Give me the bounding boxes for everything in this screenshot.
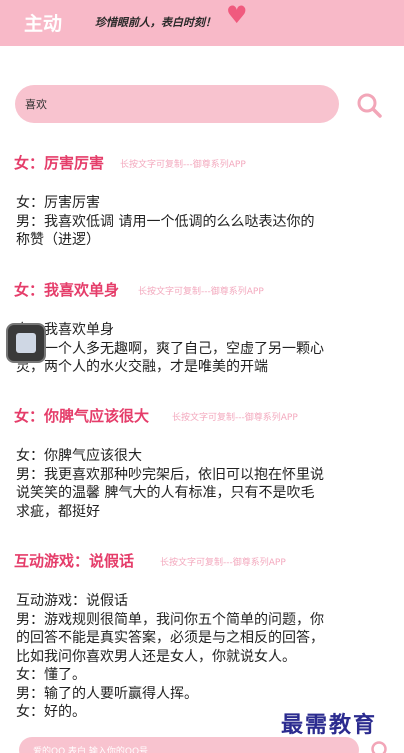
copy-hint: 长按文字可复制---御尊系列APP: [120, 160, 246, 170]
search-icon[interactable]: [356, 92, 382, 118]
copy-hint: 长按文字可复制---御尊系列APP: [160, 558, 286, 568]
entry-line: 女：你脾气应该很大: [16, 448, 142, 464]
entry-line: 比如我问你喜欢男人还是女人，你就说女人。: [16, 648, 296, 665]
entry-body[interactable]: 互动游戏：说假话 男：游戏规则很简单，我问你五个简单的问题，你 的回答不能是真实…: [16, 592, 388, 722]
copy-hint: 长按文字可复制---御尊系列APP: [172, 413, 298, 423]
entry-line: 求疵，都挺好: [16, 503, 100, 520]
entry-line: 男：游戏规则很简单，我问你五个简单的问题，你: [16, 611, 324, 628]
entry-line: 称赞（进逻）: [16, 232, 100, 248]
entry-body[interactable]: 女：我喜欢单身 男：一个人多无趣啊，爽了自己，空虚了另一颗心 灵，两个人的水火交…: [16, 321, 388, 377]
header-slogan: 珍惜眼前人，表白时刻！: [95, 16, 216, 29]
entry-line: 女：厉害厉害: [16, 195, 100, 211]
entry-title[interactable]: 互动游戏：说假话: [14, 550, 134, 571]
search-icon[interactable]: [370, 740, 392, 753]
search-input[interactable]: [25, 94, 325, 114]
entry-title[interactable]: 女：你脾气应该很大: [14, 405, 149, 426]
copy-hint: 长按文字可复制---御尊系列APP: [138, 287, 264, 297]
entry-title[interactable]: 女：厉害厉害: [14, 152, 104, 173]
entry-line: 男：我喜欢低调 请用一个低调的么么哒表达你的: [16, 213, 315, 230]
entry-line: 男：我更喜欢那种吵完架后，依旧可以抱在怀里说: [16, 466, 324, 483]
entry-body[interactable]: 女：厉害厉害 男：我喜欢低调 请用一个低调的么么哒表达你的 称赞（进逻）: [16, 194, 388, 250]
entry-line: 女：懂了。: [16, 667, 86, 683]
bottom-search-bar[interactable]: 爱的QQ 表白 输入你的QQ号: [19, 737, 359, 753]
entry-line: 的回答不能是真实答案，必须是与之相反的回答，: [16, 630, 324, 646]
app-header: 主动 珍惜眼前人，表白时刻！ ♥: [0, 0, 404, 46]
search-bar: [15, 85, 339, 123]
assistant-icon: [16, 333, 36, 353]
entry-body[interactable]: 女：你脾气应该很大 男：我更喜欢那种吵完架后，依旧可以抱在怀里说 说笑笑的温馨 …: [16, 447, 388, 521]
entry-line: 男：输了的人要听赢得人挥。: [16, 685, 198, 702]
entry-line: 说笑笑的温馨 脾气大的人有标准，只有不是吹毛: [16, 485, 315, 501]
entry-title[interactable]: 女：我喜欢单身: [14, 279, 119, 300]
bottom-search-placeholder: 爱的QQ 表白 输入你的QQ号: [33, 747, 149, 753]
entry-line: 男：一个人多无趣啊，爽了自己，空虚了另一颗心: [16, 340, 324, 357]
entry-line: 灵，两个人的水火交融，才是唯美的开端: [16, 359, 268, 375]
entry-line: 女：我喜欢单身: [16, 322, 114, 338]
heart-icon: ♥: [226, 1, 248, 29]
page-title: 主动: [24, 13, 63, 35]
floating-assistant-button[interactable]: [6, 323, 46, 363]
watermark: 最需教育: [281, 712, 378, 738]
entry-line: 互动游戏：说假话: [16, 593, 128, 609]
